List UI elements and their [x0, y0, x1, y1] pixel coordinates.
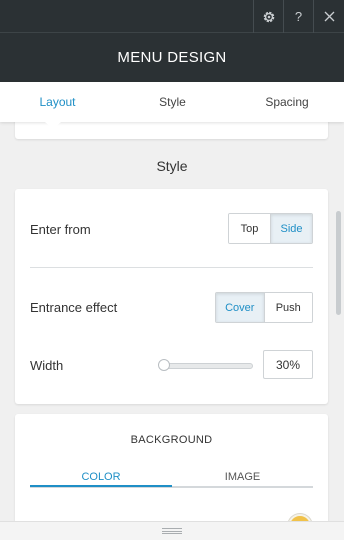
entrance-effect-toggle: Cover Push [215, 292, 313, 323]
window-titlebar: ? [0, 0, 344, 33]
enter-from-top-button[interactable]: Top [229, 214, 270, 243]
background-tab-active-indicator [30, 485, 172, 487]
help-icon: ? [294, 9, 303, 24]
width-slider-thumb[interactable] [158, 359, 170, 371]
entrance-effect-label: Entrance effect [30, 300, 118, 315]
background-heading: BACKGROUND [130, 434, 213, 446]
help-button[interactable]: ? [283, 0, 313, 33]
panel-header: MENU DESIGN [0, 33, 344, 82]
enter-from-toggle: Top Side [228, 213, 313, 244]
close-icon [324, 11, 334, 22]
tab-bar: Layout Style Spacing [0, 82, 344, 122]
style-card: Enter from Top Side Entrance effect Cove… [15, 189, 328, 404]
bottom-resize-bar[interactable] [0, 521, 344, 540]
settings-button[interactable] [253, 0, 283, 33]
drag-handle-icon [162, 528, 182, 534]
entrance-push-button[interactable]: Push [263, 293, 312, 322]
divider [30, 267, 313, 268]
gear-icon [263, 11, 274, 22]
close-button[interactable] [313, 0, 344, 33]
tab-spacing[interactable]: Spacing [230, 82, 344, 122]
scrollbar[interactable] [336, 211, 341, 315]
width-input[interactable] [263, 350, 313, 379]
background-tab-image[interactable]: IMAGE [172, 467, 313, 487]
panel-title: MENU DESIGN [117, 49, 227, 66]
tab-layout[interactable]: Layout [0, 82, 115, 122]
width-label: Width [30, 358, 64, 373]
entrance-cover-button[interactable]: Cover [216, 293, 264, 322]
style-section-heading: Style [156, 158, 188, 174]
width-slider-track[interactable] [160, 363, 253, 369]
background-tab-color[interactable]: COLOR [30, 467, 172, 487]
enter-from-side-button[interactable]: Side [270, 214, 312, 243]
tab-style[interactable]: Style [115, 82, 230, 122]
enter-from-label: Enter from [30, 222, 91, 237]
active-tab-pointer [45, 122, 61, 129]
